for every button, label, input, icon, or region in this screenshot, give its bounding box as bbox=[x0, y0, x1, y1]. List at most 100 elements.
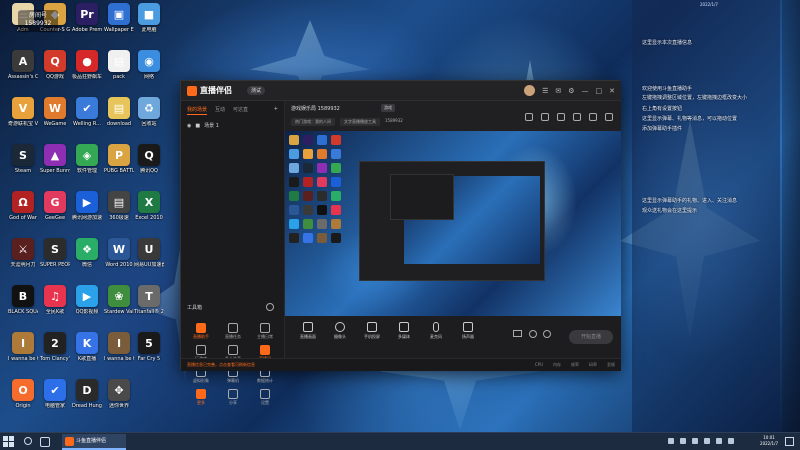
desktop-icon[interactable]: ▲ Super Bunny Man bbox=[40, 144, 70, 174]
toolbox-item[interactable]: 设置 bbox=[249, 389, 281, 406]
close-icon[interactable]: ✕ bbox=[609, 87, 615, 95]
lock-icon[interactable]: ■ bbox=[195, 123, 200, 129]
desktop-icon[interactable]: B BLACK SQUAD bbox=[8, 285, 38, 315]
network-icon[interactable] bbox=[704, 438, 710, 444]
windows-start-icon[interactable] bbox=[3, 436, 14, 447]
speaker-button[interactable]: 扬声器 bbox=[453, 322, 483, 340]
desktop-icon[interactable]: ♫ 全民K歌 bbox=[40, 285, 70, 315]
timer-icon[interactable] bbox=[529, 330, 537, 338]
taskbar-clock[interactable]: 10:01 2022/1/7 bbox=[760, 435, 778, 447]
gift-icon[interactable] bbox=[525, 113, 533, 121]
desktop-icon[interactable]: T Titanfall® 2 bbox=[134, 285, 164, 315]
desktop-icon[interactable]: Q QQ游戏 bbox=[40, 50, 70, 80]
camera-button[interactable]: 摄像头 bbox=[325, 322, 355, 340]
danmaku-chat-panel[interactable]: 这里显示本次直播信息 欢迎使用斗鱼直播助手 左键拖拽调整区域位置，左键拖拽边框改… bbox=[632, 0, 780, 432]
toolbox-item[interactable]: 直播任务 bbox=[217, 323, 249, 340]
desktop-icon[interactable]: P PUBG BATTLEG... bbox=[104, 144, 134, 174]
desktop-icon[interactable]: ▤ pack bbox=[104, 50, 134, 80]
desktop-icon[interactable]: S SUPER PEOPLE CBT bbox=[40, 238, 70, 268]
desktop-icon[interactable]: A Assassin's Creed V... bbox=[8, 50, 38, 80]
gear-icon[interactable]: ⚙ bbox=[568, 87, 574, 95]
volume-icon[interactable] bbox=[716, 438, 722, 444]
app-icon: ▶ bbox=[76, 191, 98, 213]
desktop-icon[interactable]: K K歌直播 bbox=[72, 332, 102, 362]
search-icon[interactable] bbox=[24, 437, 32, 445]
desktop-icon[interactable]: ▶ 腾讯网游加速 bbox=[72, 191, 102, 221]
status-message[interactable]: 直播信息已完善，点击查看可刷新信息 bbox=[187, 362, 255, 368]
info-pill[interactable]: 文字直播播放工具 bbox=[340, 118, 380, 126]
desktop-icon[interactable]: ■ 此电脑 bbox=[134, 3, 164, 33]
desktop-icon[interactable]: U 网易UU加速器 bbox=[134, 238, 164, 268]
tab-interact[interactable]: 互动 bbox=[215, 106, 225, 115]
toolbox-item[interactable]: 直播助手 bbox=[185, 323, 217, 340]
desktop-icon[interactable]: ▶ QQ影视频 bbox=[72, 285, 102, 315]
rank-icon[interactable] bbox=[557, 113, 565, 121]
desktop-icon[interactable]: D Dread Hunger bbox=[72, 379, 102, 409]
desktop-icon[interactable]: V 奇游联机宝 V... bbox=[8, 97, 38, 127]
lock-icon[interactable] bbox=[541, 113, 549, 121]
desktop-icon[interactable]: 2 Tom Clancy's T... bbox=[40, 332, 70, 362]
desktop-icon[interactable]: ▤ 360极速 bbox=[104, 191, 134, 221]
desktop-icon[interactable]: ◉ 网络 bbox=[134, 50, 164, 80]
desktop-icon[interactable]: ● 极品狂野飙车 wanna pl... bbox=[72, 50, 102, 80]
maximize-icon[interactable]: □ bbox=[596, 87, 603, 95]
task-view-icon[interactable] bbox=[40, 437, 50, 447]
title-bar[interactable]: 直播伴侣 测试 ☰ ✉ ⚙ — □ ✕ bbox=[181, 81, 621, 101]
desktop-icon[interactable]: ❀ Stardew Valley bbox=[104, 285, 134, 315]
desktop-icon[interactable]: Pr Adobe Premie... bbox=[72, 3, 102, 33]
desktop-icon[interactable]: ◈ 软件管理 bbox=[72, 144, 102, 174]
menu-icon[interactable]: ☰ bbox=[542, 87, 548, 95]
share-icon[interactable] bbox=[605, 113, 613, 121]
desktop-icon[interactable]: ❖ 微信 bbox=[72, 238, 102, 268]
live-preview[interactable] bbox=[285, 131, 621, 316]
desktop-icon[interactable]: X Excel 2010 bbox=[134, 191, 164, 221]
microphone-button[interactable]: 麦克风 bbox=[421, 322, 451, 340]
desktop-icon[interactable]: Ω God of War bbox=[8, 191, 38, 221]
desktop-icon[interactable]: O Origin bbox=[8, 379, 38, 409]
settings-icon[interactable] bbox=[543, 330, 551, 338]
tray-icon[interactable] bbox=[692, 438, 698, 444]
desktop-icon[interactable]: ⚔ 天涯明月刀 bbox=[8, 238, 38, 268]
minimize-icon[interactable]: — bbox=[582, 87, 589, 95]
eye-icon[interactable]: ◉ bbox=[187, 123, 191, 129]
room-category-badge[interactable]: 游戏 bbox=[381, 104, 395, 112]
tray-icon[interactable] bbox=[668, 438, 674, 444]
taskbar-app-live-assistant[interactable]: 斗鱼直播伴侣 bbox=[62, 434, 126, 450]
scene-row[interactable]: ◉ ■ 场景 1 bbox=[181, 120, 284, 131]
desktop-icon[interactable]: W WeGame bbox=[40, 97, 70, 127]
notification-icon[interactable] bbox=[785, 437, 794, 446]
desktop-icon[interactable]: ▣ Wallpaper Engine:... bbox=[104, 3, 134, 33]
toolbox-item[interactable]: 更多 bbox=[185, 389, 217, 406]
desktop-icon[interactable]: ♻ 回收站 bbox=[134, 97, 164, 127]
desktop-icon[interactable]: I I wanna be the Creator bbox=[104, 332, 134, 362]
desktop-icon[interactable]: ✔ Welling R... bbox=[72, 97, 102, 127]
live-assistant-window[interactable]: 直播伴侣 测试 ☰ ✉ ⚙ — □ ✕ 我的场景 互动 可达直 + ◉ ■ 场景… bbox=[180, 80, 621, 405]
toolbox-item[interactable]: 分享 bbox=[217, 389, 249, 406]
record-icon[interactable] bbox=[513, 330, 522, 337]
tab-third[interactable]: 可达直 bbox=[233, 106, 248, 115]
desktop-icon[interactable]: ✔ 电脑管家 bbox=[40, 379, 70, 409]
desktop-icon[interactable]: G GeeGee bbox=[40, 191, 70, 221]
desktop-icon[interactable]: I I wanna be the GUY... bbox=[8, 332, 38, 362]
tray-icon[interactable] bbox=[680, 438, 686, 444]
add-icon[interactable]: + bbox=[274, 106, 278, 115]
phone-cast-button[interactable]: 手机投屏 bbox=[357, 322, 387, 340]
desktop-icon[interactable]: 5 Far Cry 5 bbox=[134, 332, 164, 362]
desktop-icon[interactable]: S Steam bbox=[8, 144, 38, 174]
desktop-icon[interactable]: W Word 2010 bbox=[104, 238, 134, 268]
start-live-button[interactable]: 开始直播 bbox=[569, 330, 613, 344]
desktop-icon[interactable]: ▤ download bbox=[104, 97, 134, 127]
avatar[interactable] bbox=[524, 85, 536, 96]
mail-icon[interactable]: ✉ bbox=[555, 87, 561, 95]
tab-scenes[interactable]: 我的场景 bbox=[187, 106, 208, 115]
screen-capture-button[interactable]: 直播画面 bbox=[293, 322, 323, 340]
toolbox-item[interactable]: 主播日常 bbox=[249, 323, 281, 340]
desktop-icon[interactable]: Q 腾讯QQ bbox=[134, 144, 164, 174]
notice-icon[interactable] bbox=[589, 113, 597, 121]
desktop-icon[interactable]: ✥ 迷你世界 bbox=[104, 379, 134, 409]
ime-icon[interactable] bbox=[728, 438, 734, 444]
settings-icon[interactable] bbox=[573, 113, 581, 121]
info-pill[interactable]: 热门游戏：我的人间 bbox=[291, 118, 335, 126]
collapse-icon[interactable] bbox=[266, 303, 274, 311]
media-button[interactable]: 多媒体 bbox=[389, 322, 419, 340]
